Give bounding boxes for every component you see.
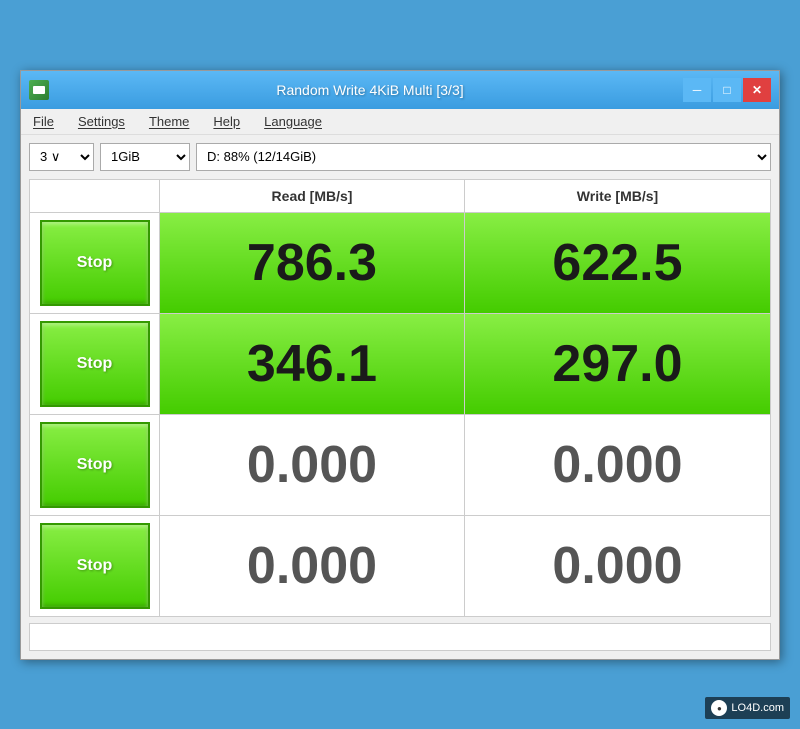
maximize-button[interactable]: □ — [713, 78, 741, 102]
read-text-3: 0.000 — [247, 435, 377, 495]
toolbar: 3 ∨ 1GiB 512MiB 2GiB 4GiB D: 88% (12/14G… — [29, 143, 771, 171]
minimize-button[interactable]: ─ — [683, 78, 711, 102]
write-value-3: 0.000 — [465, 415, 770, 515]
window-controls: ─ □ ✕ — [683, 78, 771, 102]
stop-cell-1: Stop — [30, 213, 160, 313]
write-text-2: 297.0 — [552, 334, 682, 394]
stop-button-4[interactable]: Stop — [40, 523, 150, 609]
stop-cell-2: Stop — [30, 314, 160, 414]
status-bar — [29, 623, 771, 651]
main-window: Random Write 4KiB Multi [3/3] ─ □ ✕ File… — [20, 70, 780, 660]
write-value-4: 0.000 — [465, 516, 770, 616]
header-read: Read [MB/s] — [160, 180, 465, 212]
menu-language[interactable]: Language — [260, 112, 326, 131]
write-value-2: 297.0 — [465, 314, 770, 414]
table-row: Stop 346.1 297.0 — [30, 314, 770, 415]
stop-button-3[interactable]: Stop — [40, 422, 150, 508]
menu-file[interactable]: File — [29, 112, 58, 131]
stop-cell-3: Stop — [30, 415, 160, 515]
menu-help[interactable]: Help — [209, 112, 244, 131]
menu-theme[interactable]: Theme — [145, 112, 193, 131]
size-select[interactable]: 1GiB 512MiB 2GiB 4GiB — [100, 143, 190, 171]
title-bar: Random Write 4KiB Multi [3/3] ─ □ ✕ — [21, 71, 779, 109]
table-row: Stop 786.3 622.5 — [30, 213, 770, 314]
data-grid: Read [MB/s] Write [MB/s] Stop 786.3 622.… — [29, 179, 771, 617]
write-text-1: 622.5 — [552, 233, 682, 293]
stop-button-2[interactable]: Stop — [40, 321, 150, 407]
window-title: Random Write 4KiB Multi [3/3] — [57, 82, 683, 98]
watermark-icon: ● — [711, 700, 727, 716]
header-write: Write [MB/s] — [465, 180, 770, 212]
write-value-1: 622.5 — [465, 213, 770, 313]
stop-cell-4: Stop — [30, 516, 160, 616]
close-button[interactable]: ✕ — [743, 78, 771, 102]
read-text-4: 0.000 — [247, 536, 377, 596]
stop-button-1[interactable]: Stop — [40, 220, 150, 306]
read-text-1: 786.3 — [247, 233, 377, 293]
queue-select[interactable]: 3 ∨ — [29, 143, 94, 171]
watermark-text: LO4D.com — [731, 702, 784, 714]
content-area: 3 ∨ 1GiB 512MiB 2GiB 4GiB D: 88% (12/14G… — [21, 135, 779, 659]
grid-header: Read [MB/s] Write [MB/s] — [30, 180, 770, 213]
read-text-2: 346.1 — [247, 334, 377, 394]
table-row: Stop 0.000 0.000 — [30, 415, 770, 516]
watermark: ● LO4D.com — [705, 697, 790, 719]
table-row: Stop 0.000 0.000 — [30, 516, 770, 616]
menu-bar: File Settings Theme Help Language — [21, 109, 779, 135]
drive-select[interactable]: D: 88% (12/14GiB) C: 50% (60/120GiB) — [196, 143, 771, 171]
menu-settings[interactable]: Settings — [74, 112, 129, 131]
read-value-4: 0.000 — [160, 516, 465, 616]
write-text-4: 0.000 — [552, 536, 682, 596]
read-value-1: 786.3 — [160, 213, 465, 313]
app-icon — [29, 80, 49, 100]
write-text-3: 0.000 — [552, 435, 682, 495]
read-value-3: 0.000 — [160, 415, 465, 515]
read-value-2: 346.1 — [160, 314, 465, 414]
header-empty — [30, 180, 160, 212]
